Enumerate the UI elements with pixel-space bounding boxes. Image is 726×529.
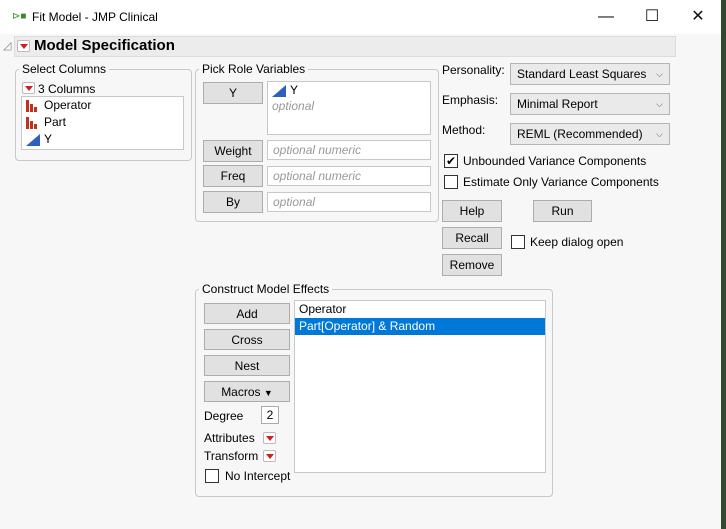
macros-button[interactable]: Macros ▼	[204, 381, 290, 402]
no-intercept-checkbox[interactable]	[205, 469, 219, 483]
weight-field[interactable]: optional numeric	[267, 140, 431, 160]
chevron-down-icon: ⌵	[656, 129, 663, 139]
method-value: REML (Recommended)	[517, 127, 643, 141]
y-role-button[interactable]: Y	[203, 82, 263, 104]
weight-button[interactable]: Weight	[203, 140, 263, 162]
freq-button[interactable]: Freq	[203, 165, 263, 187]
continuous-icon	[26, 133, 40, 146]
effects-list[interactable]: Operator Part[Operator] & Random	[294, 300, 546, 473]
personality-value: Standard Least Squares	[517, 67, 647, 81]
cross-button[interactable]: Cross	[204, 329, 290, 350]
by-field[interactable]: optional	[267, 192, 431, 212]
select-columns-legend: Select Columns	[22, 62, 107, 76]
chevron-down-icon: ⌵	[656, 69, 663, 79]
emphasis-label: Emphasis:	[442, 93, 499, 107]
unbounded-checkbox[interactable]: ✔	[444, 154, 458, 168]
app-icon: ⊳■	[12, 11, 27, 22]
personality-label: Personality:	[442, 63, 505, 77]
columns-list[interactable]: Operator Part Y	[21, 96, 184, 150]
estimate-only-label: Estimate Only Variance Components	[463, 175, 659, 189]
effect-item[interactable]: Operator	[295, 301, 545, 318]
unbounded-label: Unbounded Variance Components	[463, 154, 647, 168]
section-title: Model Specification	[34, 37, 175, 54]
y-role-item[interactable]: Y	[268, 82, 430, 99]
y-role-list[interactable]: Y optional	[267, 81, 431, 135]
y-role-value: Y	[290, 83, 299, 97]
attributes-menu-icon[interactable]	[263, 432, 276, 444]
column-item[interactable]: Operator	[22, 97, 183, 114]
column-label: Part	[44, 115, 67, 129]
y-role-placeholder: optional	[272, 99, 315, 113]
remove-button[interactable]: Remove	[442, 254, 502, 276]
degree-label: Degree	[204, 409, 244, 423]
title-bar: ⊳■ Fit Model - JMP Clinical — ☐ ✕	[0, 0, 721, 34]
transform-menu-icon[interactable]	[263, 450, 276, 462]
add-button[interactable]: Add	[204, 303, 290, 324]
section-menu-icon[interactable]	[17, 40, 30, 52]
columns-count: 3 Columns	[38, 82, 96, 96]
close-button[interactable]: ✕	[675, 4, 721, 30]
column-item[interactable]: Part	[22, 114, 183, 131]
transform-label: Transform	[204, 449, 259, 463]
chevron-down-icon: ⌵	[656, 99, 663, 109]
effect-item-selected[interactable]: Part[Operator] & Random	[295, 318, 545, 335]
fit-model-window: ⊳■ Fit Model - JMP Clinical — ☐ ✕ ◿ Mode…	[0, 0, 721, 529]
emphasis-select[interactable]: Minimal Report ⌵	[510, 93, 670, 115]
method-label: Method:	[442, 123, 486, 137]
degree-input[interactable]: 2	[261, 406, 279, 424]
keep-open-checkbox[interactable]	[511, 235, 525, 249]
construct-effects-legend: Construct Model Effects	[202, 282, 330, 296]
nominal-icon	[26, 99, 40, 112]
continuous-icon	[272, 84, 286, 97]
window-title: Fit Model - JMP Clinical	[32, 10, 158, 24]
attributes-label: Attributes	[204, 431, 255, 445]
column-label: Operator	[44, 98, 92, 112]
macros-label: Macros	[221, 385, 261, 399]
personality-select[interactable]: Standard Least Squares ⌵	[510, 63, 670, 85]
method-select[interactable]: REML (Recommended) ⌵	[510, 123, 670, 145]
help-button[interactable]: Help	[442, 200, 502, 222]
run-button[interactable]: Run	[533, 200, 592, 222]
by-button[interactable]: By	[203, 191, 263, 213]
maximize-button[interactable]: ☐	[629, 4, 675, 30]
minimize-button[interactable]: —	[583, 4, 629, 30]
pick-role-legend: Pick Role Variables	[202, 62, 306, 76]
column-label: Y	[44, 132, 53, 146]
column-item[interactable]: Y	[22, 131, 183, 148]
keep-open-label: Keep dialog open	[530, 235, 624, 249]
nominal-icon	[26, 116, 40, 129]
columns-menu-icon[interactable]	[22, 82, 35, 94]
nest-button[interactable]: Nest	[204, 355, 290, 376]
estimate-only-checkbox[interactable]	[444, 175, 458, 189]
caret-down-icon: ▼	[263, 388, 273, 398]
recall-button[interactable]: Recall	[442, 227, 502, 249]
emphasis-value: Minimal Report	[517, 97, 598, 111]
freq-field[interactable]: optional numeric	[267, 166, 431, 186]
collapse-icon[interactable]: ◿	[3, 39, 11, 52]
no-intercept-label: No Intercept	[225, 469, 291, 483]
